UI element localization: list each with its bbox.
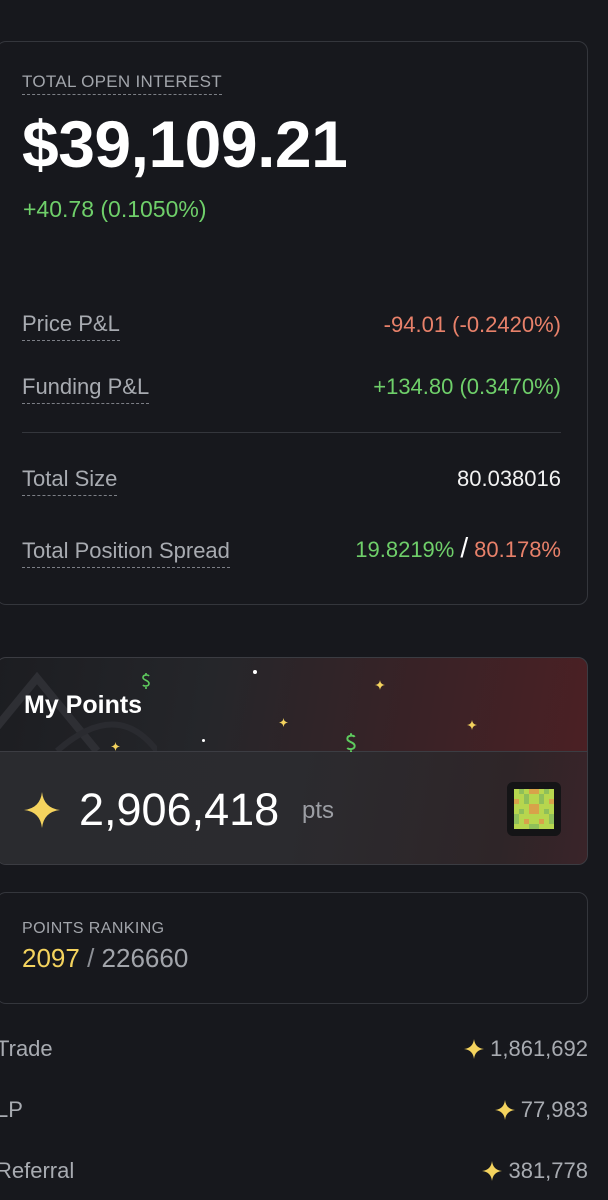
price-pnl-label[interactable]: Price P&L bbox=[22, 310, 120, 341]
avatar-pixels bbox=[514, 789, 554, 829]
my-points-value: 2,906,418 bbox=[79, 784, 280, 835]
breakdown-amount: 381,778 bbox=[508, 1158, 588, 1183]
breakdown-label-lp: LP bbox=[0, 1097, 23, 1122]
total-open-interest-label[interactable]: TOTAL OPEN INTEREST bbox=[22, 72, 222, 95]
points-ranking-label: POINTS RANKING bbox=[22, 920, 165, 937]
breakdown-value-referral: 381,778 bbox=[482, 1157, 588, 1185]
sparkle-icon bbox=[279, 718, 288, 727]
breakdown-label-trade: Trade bbox=[0, 1036, 53, 1061]
ranking-separator: / bbox=[87, 943, 95, 973]
position-spread-long: 19.8219% bbox=[355, 537, 455, 562]
funding-pnl-label[interactable]: Funding P&L bbox=[22, 373, 150, 404]
breakdown-value-lp: 77,983 bbox=[494, 1096, 588, 1124]
sparkle-dot bbox=[202, 739, 205, 742]
points-ranking-value: 2097 / 226660 bbox=[22, 941, 188, 975]
total-size-label[interactable]: Total Size bbox=[22, 465, 118, 496]
price-pnl-value: -94.01 (-0.2420%) bbox=[383, 312, 561, 337]
dollar-icon bbox=[142, 673, 150, 689]
points-ranking-card: POINTS RANKING 2097 / 226660 bbox=[0, 892, 588, 1004]
total-open-interest-value: $39,109.21 bbox=[22, 107, 348, 181]
my-points-unit: pts bbox=[302, 797, 335, 824]
my-points-title: My Points bbox=[24, 691, 143, 719]
section-divider bbox=[22, 432, 561, 433]
portfolio-screen: TOTAL OPEN INTEREST $39,109.21 +40.78 (0… bbox=[0, 0, 608, 1200]
sparkle-icon bbox=[464, 1039, 485, 1059]
funding-pnl-value: +134.80 (0.3470%) bbox=[373, 374, 561, 399]
sparkle-icon bbox=[24, 792, 60, 828]
ranking-position: 2097 bbox=[22, 943, 80, 973]
position-spread-separator: / bbox=[460, 532, 469, 563]
position-spread-value: 19.8219%/80.178% bbox=[355, 534, 561, 564]
sparkle-icon bbox=[482, 1161, 503, 1181]
open-interest-change: +40.78 (0.1050%) bbox=[23, 196, 207, 222]
position-spread-short: 80.178% bbox=[474, 537, 561, 562]
pixel-avatar-icon[interactable] bbox=[507, 782, 561, 836]
position-spread-label[interactable]: Total Position Spread bbox=[22, 537, 230, 568]
open-interest-card: TOTAL OPEN INTEREST $39,109.21 +40.78 (0… bbox=[0, 41, 588, 605]
sparkle-icon bbox=[494, 1100, 515, 1120]
my-points-card[interactable]: My Points 2,906,418 pts bbox=[0, 657, 588, 865]
breakdown-label-referral: Referral bbox=[0, 1158, 75, 1183]
sparkle-icon bbox=[375, 680, 385, 690]
breakdown-amount: 77,983 bbox=[520, 1097, 588, 1122]
sparkle-icon bbox=[467, 720, 477, 730]
breakdown-amount: 1,861,692 bbox=[490, 1036, 588, 1061]
breakdown-value-trade: 1,861,692 bbox=[464, 1035, 588, 1063]
sparkle-dot bbox=[253, 670, 257, 674]
dollar-icon bbox=[346, 733, 356, 753]
ranking-total: 226660 bbox=[101, 943, 189, 973]
my-points-header: My Points bbox=[0, 658, 587, 753]
sparkle-icon bbox=[111, 742, 120, 751]
total-size-value: 80.038016 bbox=[457, 466, 561, 491]
